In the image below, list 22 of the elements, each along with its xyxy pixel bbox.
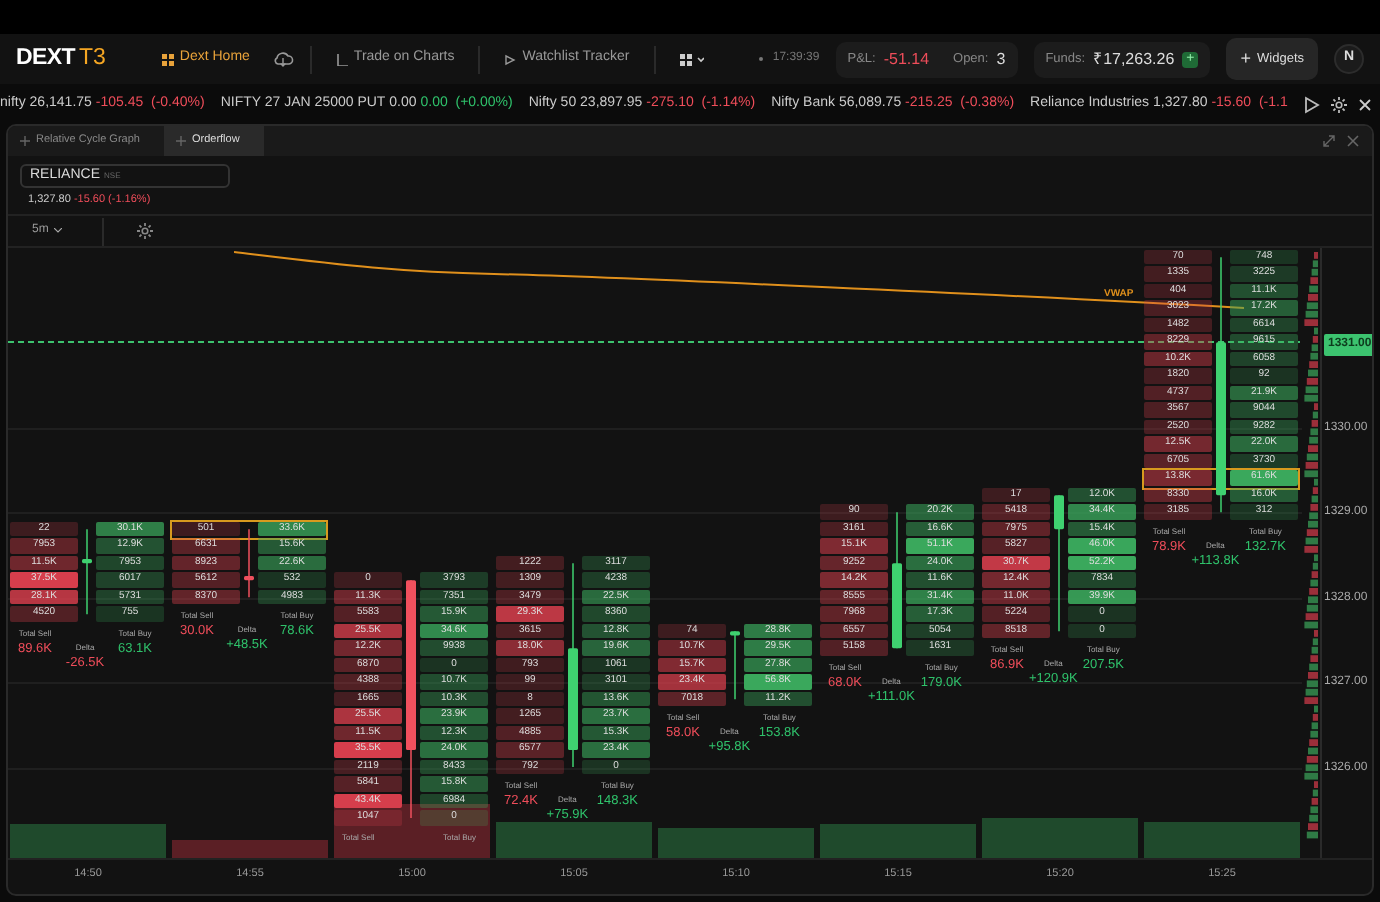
settings-icon[interactable] xyxy=(136,222,155,241)
status-dot-icon xyxy=(758,56,765,62)
candlestick xyxy=(82,528,92,616)
funds-value: ₹17,263.26 xyxy=(1093,47,1175,71)
pnl-value: -51.14 xyxy=(883,47,930,71)
grid-icon xyxy=(161,53,174,65)
play-icon xyxy=(504,53,517,65)
logo-text: DEXT xyxy=(16,43,75,74)
cloud-icon[interactable] xyxy=(273,50,294,68)
logo-text: T3 xyxy=(78,43,106,74)
candlestick xyxy=(892,511,902,650)
grid-icon xyxy=(679,53,704,65)
play-icon[interactable] xyxy=(1304,95,1320,113)
candlestick xyxy=(244,528,254,599)
expand-icon[interactable] xyxy=(1322,134,1336,148)
drag-handle-icon xyxy=(175,136,186,146)
drag-handle-icon xyxy=(20,136,30,146)
candlestick xyxy=(1054,494,1064,633)
settings-icon[interactable] xyxy=(1330,95,1348,113)
caret-icon xyxy=(54,228,63,235)
open-count: 3 xyxy=(996,47,1006,71)
candlestick xyxy=(730,630,740,701)
